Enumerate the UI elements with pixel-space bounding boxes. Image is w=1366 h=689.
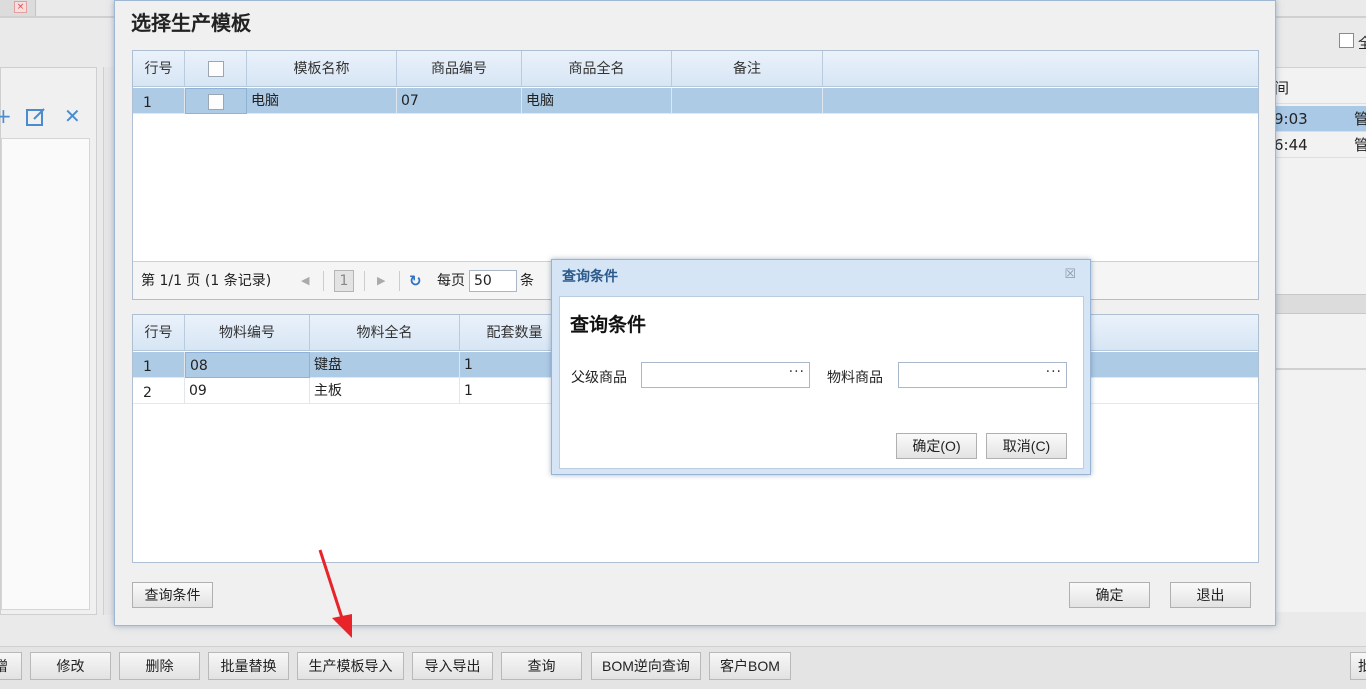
query-dialog-heading: 查询条件 bbox=[570, 314, 647, 336]
template-grid-header: 行号 模板名称 商品编号 商品全名 备注 bbox=[133, 51, 1258, 87]
col-line[interactable]: 行号 bbox=[133, 315, 185, 351]
parent-product-label: 父级商品 bbox=[571, 370, 627, 386]
pager-summary: 第 1/1 页 (1 条记录) bbox=[141, 273, 272, 289]
pager-separator bbox=[323, 271, 324, 291]
col-select[interactable] bbox=[185, 51, 247, 87]
query-cancel-button[interactable]: 取消(C) bbox=[986, 433, 1067, 459]
refresh-icon[interactable]: ↻ bbox=[409, 262, 422, 300]
import-template-button[interactable]: 生产模板导入 bbox=[297, 652, 404, 680]
col-material-code[interactable]: 物料编号 bbox=[185, 315, 310, 351]
select-all-templates-checkbox[interactable] bbox=[207, 61, 224, 77]
query-dialog-title: 查询条件 bbox=[562, 269, 618, 285]
prev-page-icon[interactable]: ◀ bbox=[301, 262, 309, 300]
bom-reverse-query-button[interactable]: BOM逆向查询 bbox=[591, 652, 701, 680]
confirm-button[interactable]: 确定 bbox=[1069, 582, 1150, 608]
query-dialog-body: 查询条件 父级商品 ··· 物料商品 ··· 确定(O) 取消(C) bbox=[559, 296, 1084, 469]
delete-button[interactable]: 删除 bbox=[119, 652, 200, 680]
batch-button[interactable]: 批 bbox=[1350, 652, 1366, 680]
query-conditions-button[interactable]: 查询条件 bbox=[132, 582, 213, 608]
col-product-name[interactable]: 商品全名 bbox=[522, 51, 672, 87]
material-product-input[interactable]: ··· bbox=[898, 362, 1067, 388]
browse-icon[interactable]: ··· bbox=[1046, 364, 1062, 380]
left-panel: + ✕ bbox=[0, 67, 97, 615]
cell-material-code[interactable]: 08 bbox=[185, 352, 310, 378]
dialog-title: 选择生产模板 bbox=[131, 11, 251, 35]
parent-product-input[interactable]: ··· bbox=[641, 362, 810, 388]
query-ok-button[interactable]: 确定(O) bbox=[896, 433, 977, 459]
col-material-name[interactable]: 物料全名 bbox=[310, 315, 460, 351]
annotation-arrow-icon bbox=[318, 549, 352, 638]
cell-select[interactable] bbox=[185, 88, 247, 114]
select-all-checkbox[interactable] bbox=[1339, 33, 1354, 48]
cell-line: 1 bbox=[133, 352, 185, 378]
close-icon[interactable]: ✕ bbox=[64, 106, 81, 126]
col-line[interactable]: 行号 bbox=[133, 51, 185, 87]
table-row[interactable]: 1 电脑 07 电脑 bbox=[133, 88, 1258, 114]
cell-template-name: 电脑 bbox=[247, 88, 397, 114]
cell-product-code: 07 bbox=[397, 88, 522, 114]
batch-replace-button[interactable]: 批量替换 bbox=[208, 652, 289, 680]
query-conditions-dialog: 查询条件 ☒ 查询条件 父级商品 ··· 物料商品 ··· 确定(O) 取消(C… bbox=[551, 259, 1091, 475]
pager-separator bbox=[364, 271, 365, 291]
modify-button[interactable]: 修改 bbox=[30, 652, 111, 680]
cell-product-name: 电脑 bbox=[522, 88, 672, 114]
cell-material-name: 键盘 bbox=[310, 352, 460, 378]
import-export-button[interactable]: 导入导出 bbox=[412, 652, 493, 680]
cell-line: 1 bbox=[133, 88, 185, 114]
cell-material-code: 09 bbox=[185, 378, 310, 404]
next-page-icon[interactable]: ▶ bbox=[377, 262, 385, 300]
per-page-input[interactable]: 50 bbox=[469, 270, 517, 292]
exit-button[interactable]: 退出 bbox=[1170, 582, 1251, 608]
per-page-label: 每页 bbox=[437, 273, 465, 289]
cell-note bbox=[672, 88, 823, 114]
left-tree[interactable] bbox=[1, 138, 90, 610]
tab-close-icon[interactable]: × bbox=[14, 1, 27, 13]
browse-icon[interactable]: ··· bbox=[789, 364, 805, 380]
edit-icon[interactable] bbox=[25, 106, 47, 131]
select-all-label: 全 bbox=[1358, 36, 1366, 52]
search-button[interactable]: 查询 bbox=[501, 652, 582, 680]
per-page-unit: 条 bbox=[520, 273, 534, 289]
add-icon[interactable]: + bbox=[0, 106, 12, 126]
row-checkbox[interactable] bbox=[208, 94, 224, 110]
customer-bom-button[interactable]: 客户BOM bbox=[709, 652, 791, 680]
material-product-label: 物料商品 bbox=[827, 370, 883, 386]
cell-material-name: 主板 bbox=[310, 378, 460, 404]
col-note[interactable]: 备注 bbox=[672, 51, 823, 87]
page-number[interactable]: 1 bbox=[334, 270, 354, 292]
close-icon[interactable]: ☒ bbox=[1064, 267, 1076, 282]
pager-separator bbox=[399, 271, 400, 291]
col-product-code[interactable]: 商品编号 bbox=[397, 51, 522, 87]
cell-line: 2 bbox=[133, 378, 185, 404]
add-button[interactable]: 增 bbox=[0, 652, 22, 680]
col-template-name[interactable]: 模板名称 bbox=[247, 51, 397, 87]
